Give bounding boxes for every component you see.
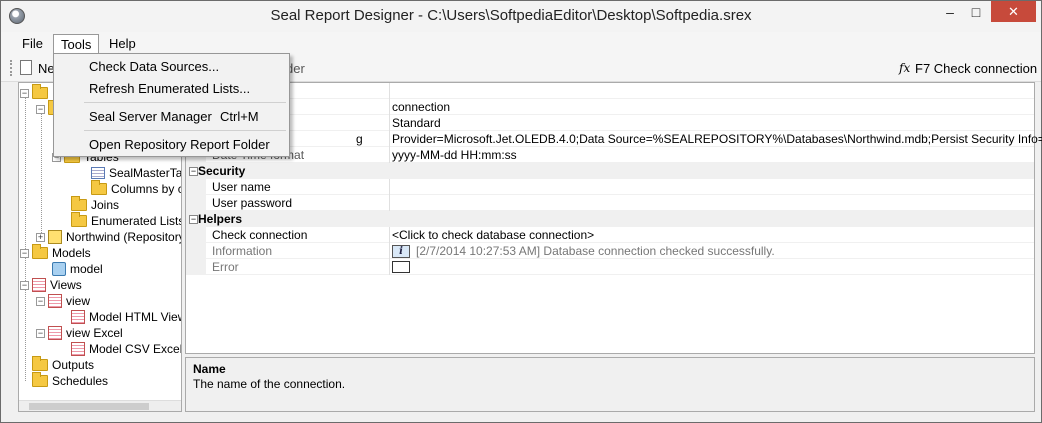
tree-item-views[interactable]: − Views <box>20 277 82 293</box>
tools-dropdown-menu: Check Data Sources... Refresh Enumerated… <box>53 53 290 157</box>
date-time-format-value[interactable]: yyyy-MM-dd HH:mm:ss <box>392 148 517 162</box>
description-title: Name <box>193 362 226 376</box>
property-row-type[interactable]: Standard <box>186 115 1034 131</box>
description-panel: Name The name of the connection. <box>185 357 1035 412</box>
close-button[interactable]: ✕ <box>991 1 1036 22</box>
collapse-icon[interactable]: − <box>36 328 45 338</box>
tree-guide-line <box>25 91 26 381</box>
folder-icon <box>32 84 48 99</box>
menu-item-check-data-sources[interactable]: Check Data Sources... <box>54 55 289 77</box>
new-document-icon[interactable] <box>20 60 32 75</box>
property-row[interactable] <box>186 83 1034 99</box>
tree-item-model-csv-excel-view[interactable]: Model CSV Excel V <box>71 341 181 357</box>
tree-guide-line <box>41 107 42 237</box>
tree-item-outputs[interactable]: Outputs <box>32 356 94 373</box>
menu-separator <box>84 102 286 103</box>
property-row-check-connection[interactable]: Check connection <Click to check databas… <box>186 227 1034 243</box>
information-icon: i <box>392 245 410 258</box>
information-value: [2/7/2014 10:27:53 AM] Database connecti… <box>416 244 775 258</box>
error-value-box[interactable] <box>392 261 410 273</box>
name-value[interactable]: connection <box>392 100 450 114</box>
view-icon <box>71 342 85 356</box>
folder-icon <box>71 212 87 227</box>
folder-icon <box>32 244 48 259</box>
toolbar-grip[interactable] <box>10 60 13 76</box>
connection-string-value[interactable]: Provider=Microsoft.Jet.OLEDB.4.0;Data So… <box>392 132 1042 146</box>
tree-item-view-excel[interactable]: − view Excel <box>36 325 123 341</box>
menu-item-open-repository-report-folder[interactable]: Open Repository Report Folder <box>54 133 289 155</box>
category-security[interactable]: − Security <box>186 163 1034 179</box>
category-helpers[interactable]: − Helpers <box>186 211 1034 227</box>
table-icon <box>91 167 105 179</box>
property-row-connection-string[interactable]: g Provider=Microsoft.Jet.OLEDB.4.0;Data … <box>186 131 1042 147</box>
view-icon <box>32 278 46 292</box>
folder-icon <box>71 196 87 211</box>
view-icon <box>48 326 62 340</box>
check-connection-link[interactable]: <Click to check database connection> <box>392 228 594 242</box>
view-icon <box>71 310 85 324</box>
property-grid[interactable]: connection Standard g Provider=Microsoft… <box>185 82 1042 354</box>
shortcut-label: Ctrl+M <box>220 109 259 124</box>
tree-item-model[interactable]: model <box>52 261 103 277</box>
menu-item-refresh-enumerated-lists[interactable]: Refresh Enumerated Lists... <box>54 77 289 99</box>
tree-item-view[interactable]: − view <box>36 293 90 309</box>
property-row-name[interactable]: connection <box>186 99 1034 115</box>
title-bar[interactable]: Seal Report Designer - C:\Users\Softpedi… <box>1 1 1041 32</box>
tree-item-northwind-repository[interactable]: + Northwind (Repository) <box>36 229 181 245</box>
tree-item-schedules[interactable]: Schedules <box>32 372 108 389</box>
menu-item-seal-server-manager[interactable]: Seal Server Manager Ctrl+M <box>54 105 289 127</box>
tree-item-models[interactable]: − Models <box>20 244 91 261</box>
property-row-date-time-format[interactable]: Date Time format yyyy-MM-dd HH:mm:ss <box>186 147 1034 163</box>
collapse-icon[interactable]: − <box>20 248 29 258</box>
tree-horizontal-scrollbar[interactable] <box>19 400 181 411</box>
collapse-icon[interactable]: − <box>20 280 29 290</box>
folder-icon <box>32 356 48 371</box>
menu-tools[interactable]: Tools <box>53 34 100 54</box>
collapse-icon[interactable]: − <box>20 88 29 98</box>
folder-icon <box>91 180 107 195</box>
window-title: Seal Report Designer - C:\Users\Softpedi… <box>270 7 752 24</box>
tree-item-sealmastertable[interactable]: SealMasterTab <box>91 165 181 181</box>
type-value[interactable]: Standard <box>392 116 441 130</box>
property-row-information[interactable]: Information i [2/7/2014 10:27:53 AM] Dat… <box>186 243 1034 259</box>
model-icon <box>52 262 66 276</box>
property-row-user-name[interactable]: User name <box>186 179 1034 195</box>
tree-item-enumerated-lists[interactable]: Enumerated Lists <box>71 212 181 229</box>
tree-item-joins[interactable]: Joins <box>71 196 119 213</box>
menu-bar: File Tools Help <box>1 32 1041 54</box>
menu-help[interactable]: Help <box>102 34 143 53</box>
scrollbar-thumb[interactable] <box>29 403 149 410</box>
property-row-error[interactable]: Error <box>186 259 1034 275</box>
tree-item-root[interactable]: − <box>20 84 52 101</box>
collapse-icon[interactable]: − <box>189 167 198 176</box>
view-icon <box>48 294 62 308</box>
tree-item-columns-by-category[interactable]: Columns by ca <box>91 180 181 197</box>
data-source-icon <box>48 230 62 244</box>
folder-icon <box>32 372 48 387</box>
function-icon: fx <box>899 61 911 75</box>
collapse-icon[interactable]: − <box>189 215 198 224</box>
menu-file[interactable]: File <box>15 34 50 53</box>
tree-item-model-html-view[interactable]: Model HTML View <box>71 309 181 325</box>
main-window: Seal Report Designer - C:\Users\Softpedi… <box>0 0 1042 423</box>
menu-separator <box>84 130 286 131</box>
collapse-icon[interactable]: − <box>36 104 45 114</box>
description-text: The name of the connection. <box>193 377 346 391</box>
minimize-button[interactable]: – <box>937 1 963 22</box>
property-row-user-password[interactable]: User password <box>186 195 1034 211</box>
maximize-button[interactable]: □ <box>963 1 989 22</box>
check-connection-button[interactable]: F7 Check connection <box>915 61 1037 76</box>
expand-icon[interactable]: + <box>36 232 45 242</box>
collapse-icon[interactable]: − <box>36 296 45 306</box>
